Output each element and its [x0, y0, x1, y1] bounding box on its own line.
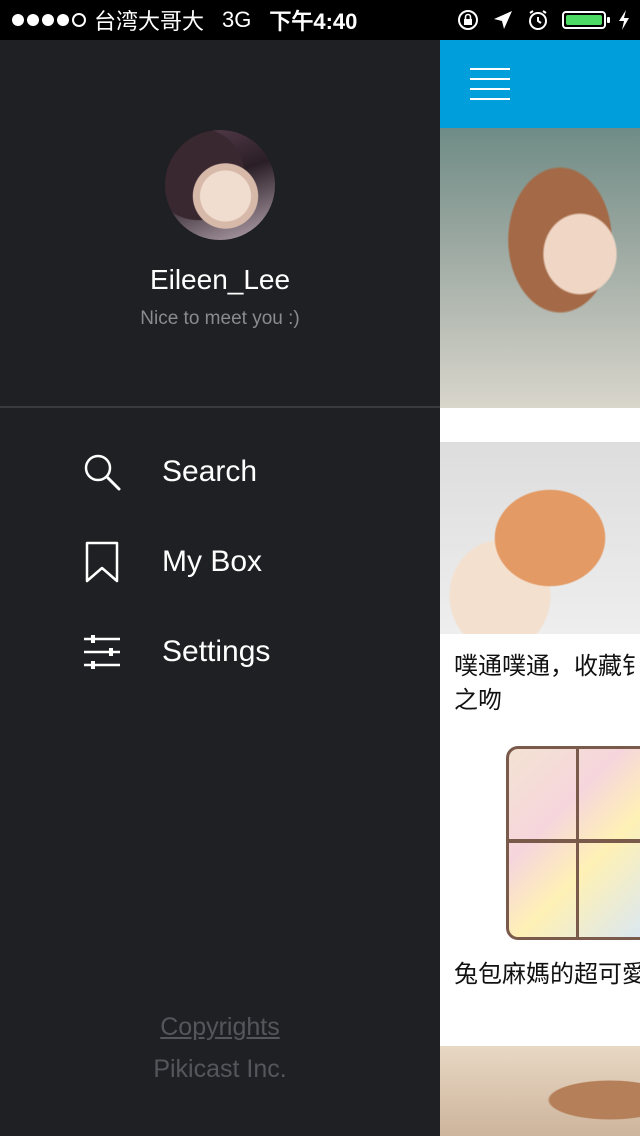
company-name: Pikicast Inc. [153, 1055, 287, 1083]
battery-fill [566, 15, 602, 25]
alarm-icon [529, 10, 547, 30]
side-menu: Eileen_Lee Nice to meet you :) Search My… [0, 40, 440, 1136]
top-navbar [440, 40, 640, 128]
location-arrow-icon [494, 11, 512, 29]
feed-card-title-line: 之吻 [454, 687, 502, 714]
feed-card-title[interactable]: 噗通噗通，收藏钅 之吻 [454, 650, 640, 718]
menu-item-label: Settings [162, 635, 271, 668]
menu-item-label: Search [162, 455, 258, 488]
status-bar-right [456, 0, 630, 40]
feed-card-title-line: 噗通噗通，收藏钅 [454, 653, 640, 680]
network-type: 3G [222, 7, 252, 32]
feed-card-image[interactable] [440, 1046, 640, 1136]
charging-bolt-icon [619, 10, 629, 30]
menu-item-label: My Box [162, 545, 263, 578]
menu-item-settings[interactable]: Settings [80, 622, 420, 682]
avatar[interactable] [165, 130, 275, 240]
menu-item-my-box[interactable]: My Box [80, 532, 420, 592]
rotation-lock-icon [458, 10, 478, 30]
status-bar-left: 台湾大哥大 3G 下午4:40 [12, 0, 357, 40]
feed-card-image[interactable] [506, 746, 640, 940]
hamburger-menu-icon[interactable] [470, 68, 510, 100]
feed-card-image[interactable] [440, 128, 640, 408]
sliders-icon [80, 630, 124, 674]
status-time: 下午4:40 [269, 9, 358, 34]
signal-strength-icon [12, 13, 86, 27]
username: Eileen_Lee [149, 264, 291, 295]
feed-card-image[interactable] [440, 442, 640, 634]
search-icon [80, 450, 124, 494]
app-screen: 台湾大哥大 3G 下午4:40 Eileen_Lee Nice to meet … [0, 0, 640, 1136]
copyrights-link[interactable]: Copyrights [0, 1013, 440, 1042]
feed-card-title[interactable]: 兔包麻媽的超可愛 [454, 954, 640, 989]
carrier-name: 台湾大哥大 [94, 9, 205, 34]
profile-tagline: Nice to meet you :) [140, 308, 300, 329]
battery-icon [562, 11, 610, 29]
feed-panel[interactable]: 噗通噗通，收藏钅 之吻 兔包麻媽的超可愛 [440, 40, 640, 1136]
menu-item-search[interactable]: Search [80, 442, 420, 502]
bookmark-icon [80, 540, 124, 584]
menu-divider [0, 406, 440, 408]
status-bar: 台湾大哥大 3G 下午4:40 [0, 0, 640, 40]
